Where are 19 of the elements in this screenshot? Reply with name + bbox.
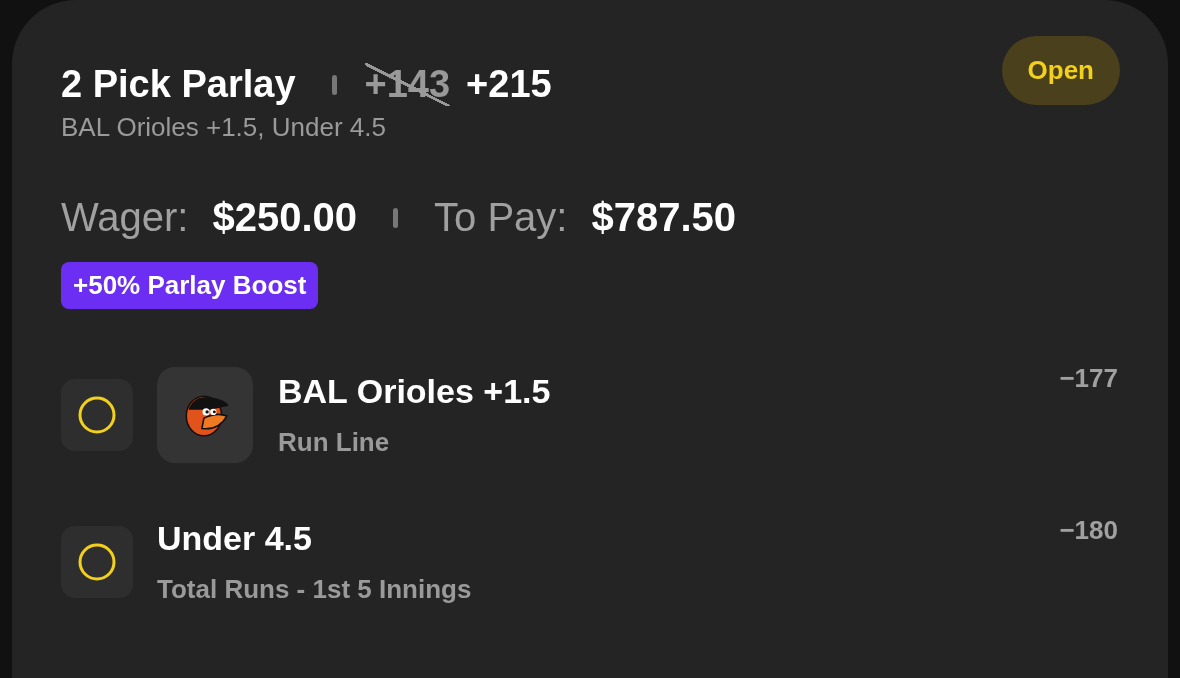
bet-summary: BAL Orioles +1.5, Under 4.5 xyxy=(61,112,387,143)
amount-value: $787.50 xyxy=(591,195,737,240)
leg-title: BAL Orioles +1.5 xyxy=(278,372,551,411)
leg-title: Under 4.5 xyxy=(157,519,312,558)
ring-icon xyxy=(77,395,117,435)
leg-market: Run Line xyxy=(278,427,390,458)
leg-odds: −180 xyxy=(1059,515,1118,546)
boost-badge: +50% Parlay Boost xyxy=(61,262,319,309)
separator xyxy=(331,74,337,95)
amount-label: Wager: xyxy=(61,195,189,240)
separator xyxy=(393,207,399,228)
bet-odds: +215 xyxy=(466,63,552,106)
status-badge: Open xyxy=(1001,36,1120,105)
ring-icon xyxy=(77,542,117,582)
amount-label: To Pay: xyxy=(434,195,568,240)
bet-title: 2 Pick Parlay xyxy=(61,63,296,106)
amount-value: $250.00 xyxy=(212,195,358,240)
leg-market: Total Runs - 1st 5 Innings xyxy=(157,574,472,605)
leg-odds: −177 xyxy=(1059,363,1118,394)
